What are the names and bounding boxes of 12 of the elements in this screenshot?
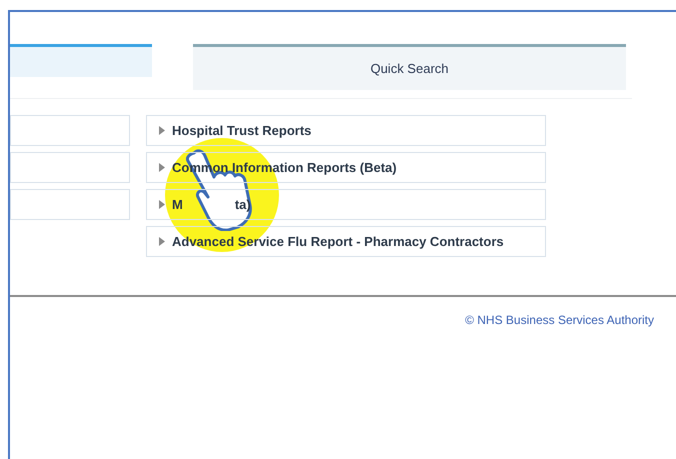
triangle-icon xyxy=(159,200,165,209)
tab[interactable]: Quick Search xyxy=(193,44,626,90)
report-link[interactable]: Hospital Trust Reports xyxy=(146,115,546,146)
triangle-icon xyxy=(159,237,165,246)
copyright-text: © NHS Business Services Authority xyxy=(465,313,654,327)
triangle-icon xyxy=(159,126,165,135)
tab[interactable] xyxy=(10,44,152,77)
menu-panel[interactable] xyxy=(10,189,130,220)
report-link-label: Hospital Trust Reports xyxy=(172,123,312,138)
menu-panel[interactable] xyxy=(10,115,130,146)
triangle-icon xyxy=(159,163,165,172)
menu-panel[interactable] xyxy=(10,152,130,183)
